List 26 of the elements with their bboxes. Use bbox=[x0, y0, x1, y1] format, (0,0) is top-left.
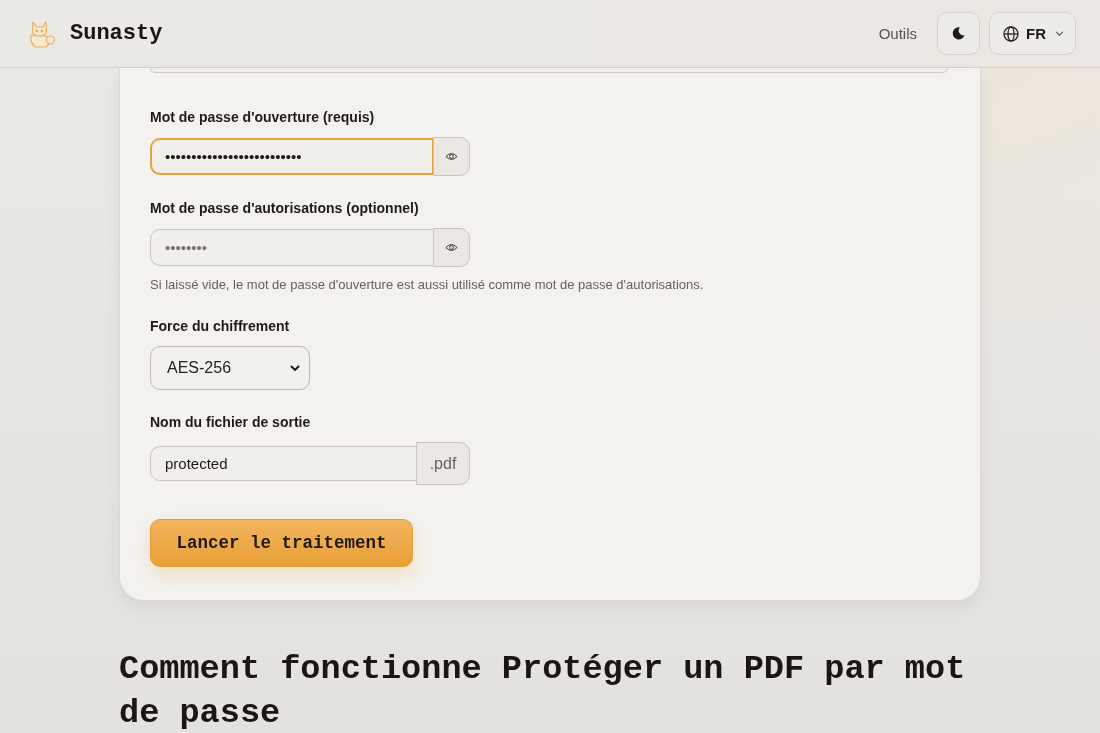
field-label: Mot de passe d'autorisations (optionnel) bbox=[150, 199, 419, 218]
section-heading: Comment fonctionne Protéger un PDF par mot de passe bbox=[119, 649, 967, 733]
eye-icon bbox=[445, 152, 458, 161]
file-extension: .pdf bbox=[416, 442, 470, 485]
brand-name[interactable]: Sunasty bbox=[70, 21, 163, 46]
globe-icon bbox=[1003, 25, 1019, 42]
field-label: Nom du fichier de sortie bbox=[150, 413, 311, 432]
filename-field[interactable]: protected bbox=[150, 446, 417, 481]
password-field[interactable]: •••••••• bbox=[150, 229, 434, 266]
input-field[interactable] bbox=[150, 68, 948, 73]
submit-button[interactable]: Lancer le traitement bbox=[150, 519, 413, 567]
show-password-button[interactable] bbox=[433, 228, 470, 267]
encryption-select[interactable]: AES-256 bbox=[150, 346, 310, 390]
field-label: Mot de passe d'ouverture (requis) bbox=[150, 108, 375, 127]
language-button[interactable]: FR bbox=[989, 12, 1076, 55]
cat-icon bbox=[28, 19, 56, 48]
eye-icon bbox=[445, 243, 458, 252]
moon-icon bbox=[952, 27, 965, 40]
theme-toggle-button[interactable] bbox=[937, 12, 980, 55]
nav-link[interactable]: Outils bbox=[878, 25, 917, 42]
show-password-button[interactable] bbox=[433, 137, 470, 176]
password-field[interactable]: •••••••••••••••••••••••••• bbox=[150, 138, 434, 175]
field-label: Force du chiffrement bbox=[150, 317, 290, 336]
chevron-down-icon bbox=[290, 365, 300, 371]
hint-text: Si laissé vide, le mot de passe d'ouverture est aussi utilisé comme mot de passe d'autorisations. bbox=[150, 276, 704, 294]
chevron-down-icon bbox=[1055, 31, 1064, 36]
